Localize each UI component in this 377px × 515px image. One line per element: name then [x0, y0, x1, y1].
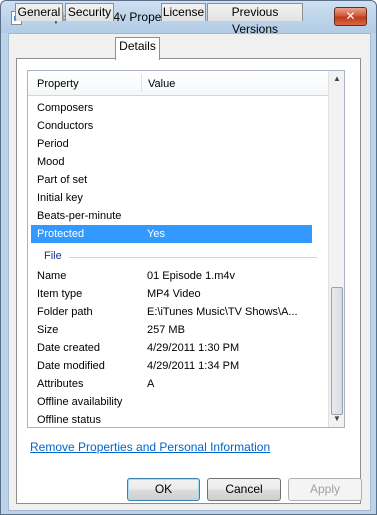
property-name: Beats-per-minute — [37, 210, 122, 222]
list-item-protected[interactable]: Protected Yes — [31, 225, 312, 243]
list-item[interactable]: Folder path E:\iTunes Music\TV Shows\A... — [28, 303, 328, 321]
list-item[interactable]: Date modified 4/29/2011 1:34 PM — [28, 357, 328, 375]
apply-button[interactable]: Apply — [288, 478, 362, 501]
list-item[interactable]: Part of set — [28, 171, 328, 189]
property-value: 257 MB — [147, 324, 185, 336]
list-item[interactable]: Mood — [28, 153, 328, 171]
property-name: Date created — [37, 342, 100, 354]
list-header: Property Value — [28, 71, 328, 96]
list-item[interactable]: Conductors — [28, 117, 328, 135]
close-button[interactable]: ✕ — [334, 7, 367, 26]
list-item[interactable]: Period — [28, 135, 328, 153]
scroll-up-arrow-icon[interactable]: ▲ — [329, 71, 344, 87]
property-name: Protected — [37, 228, 85, 240]
tab-security[interactable]: Security — [65, 3, 114, 21]
list-item[interactable]: Offline availability — [28, 393, 328, 411]
property-value: 4/29/2011 1:34 PM — [147, 360, 240, 372]
remove-properties-link[interactable]: Remove Properties and Personal Informati… — [30, 440, 270, 454]
list-item[interactable]: Composers — [28, 99, 328, 117]
property-name: Offline availability — [37, 396, 123, 408]
property-name: Part of set — [37, 174, 88, 186]
property-name: Period — [37, 138, 69, 150]
property-name: Attributes — [37, 378, 84, 390]
list-item[interactable]: Attributes A — [28, 375, 328, 393]
property-name: Offline status — [37, 414, 101, 426]
property-name: Folder path — [37, 306, 93, 318]
property-value: 01 Episode 1.m4v — [147, 270, 236, 282]
list-item[interactable]: Name 01 Episode 1.m4v — [28, 267, 328, 285]
property-name: Mood — [37, 156, 65, 168]
group-header-file: File — [44, 250, 62, 262]
list-item[interactable]: Beats-per-minute — [28, 207, 328, 225]
tab-details[interactable]: Details — [115, 37, 160, 60]
tab-previous-versions[interactable]: Previous Versions — [207, 3, 303, 36]
ok-button[interactable]: OK — [127, 478, 200, 501]
property-value: Yes — [147, 228, 165, 240]
list-item[interactable]: Initial key — [28, 189, 328, 207]
list-item[interactable]: Date created 4/29/2011 1:30 PM — [28, 339, 328, 357]
list-item[interactable]: Size 257 MB — [28, 321, 328, 339]
property-value: A — [147, 378, 155, 390]
property-value: MP4 Video — [147, 288, 201, 300]
list-item[interactable]: Item type MP4 Video — [28, 285, 328, 303]
group-divider — [69, 257, 317, 258]
list-item[interactable]: Offline status — [28, 411, 328, 427]
property-name: Name — [37, 270, 67, 282]
property-name: Item type — [37, 288, 83, 300]
property-name: Date modified — [37, 360, 105, 372]
vertical-scrollbar[interactable]: ▲ ▼ — [328, 71, 344, 427]
tab-general[interactable]: General — [15, 3, 63, 21]
tab-license[interactable]: License — [161, 3, 206, 21]
scrollbar-thumb[interactable] — [331, 287, 343, 415]
column-divider[interactable] — [141, 74, 142, 92]
property-name: Size — [37, 324, 59, 336]
column-header-property[interactable]: Property — [37, 78, 79, 90]
property-name: Composers — [37, 102, 94, 114]
property-value: 4/29/2011 1:30 PM — [147, 342, 240, 354]
column-header-value[interactable]: Value — [148, 78, 175, 90]
scroll-down-arrow-icon[interactable]: ▼ — [329, 411, 344, 427]
property-name: Conductors — [37, 120, 94, 132]
property-name: Initial key — [37, 192, 83, 204]
cancel-button[interactable]: Cancel — [207, 478, 281, 501]
property-value: E:\iTunes Music\TV Shows\A... — [147, 306, 298, 318]
properties-list[interactable]: Property Value Composers Conductors Period… — [27, 70, 345, 428]
